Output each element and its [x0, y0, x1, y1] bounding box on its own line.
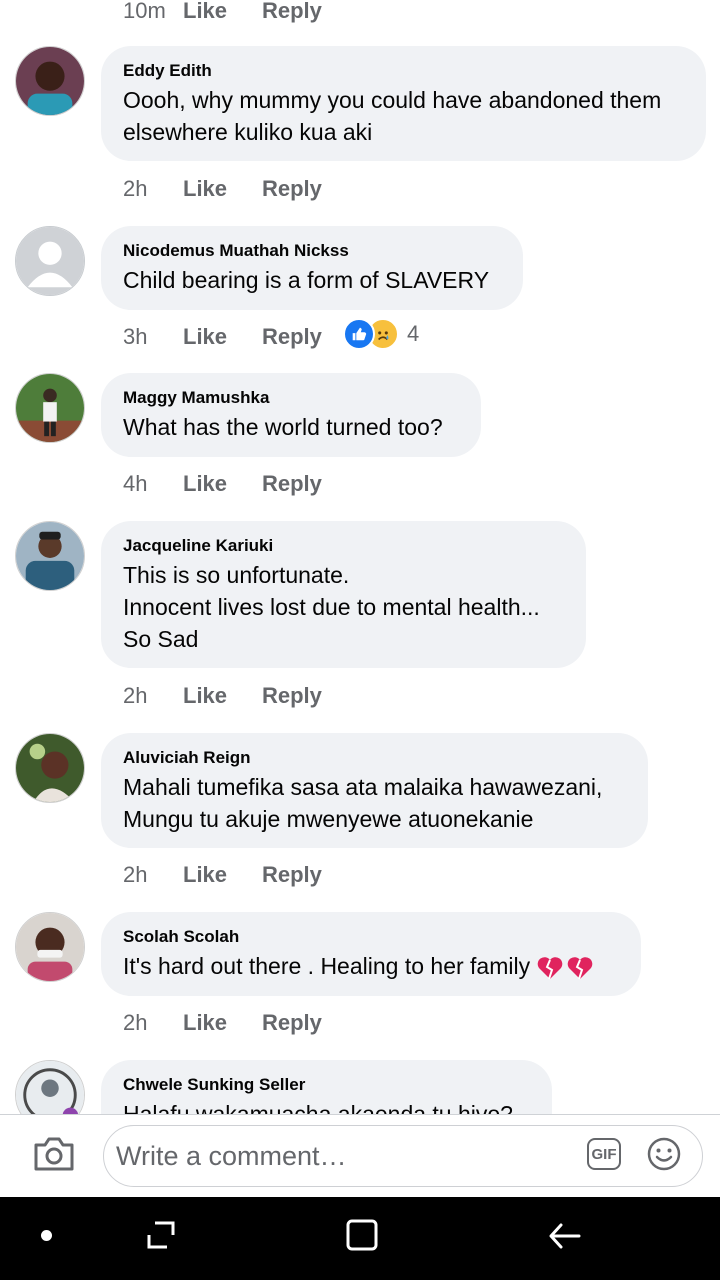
comment-bubble: Chwele Sunking Seller Halafu wakamuacha … [101, 1060, 552, 1114]
user-photo-icon [16, 1061, 84, 1114]
comment-time: 2h [123, 176, 148, 201]
comment-author[interactable]: Chwele Sunking Seller [123, 1074, 530, 1096]
comment-time: 4h [123, 471, 148, 496]
comment-meta-row: 2h Like Reply [123, 860, 346, 890]
like-link[interactable]: Like [183, 471, 262, 497]
like-link[interactable]: Like [183, 862, 262, 888]
system-navigation-bar [0, 1197, 720, 1280]
reply-link[interactable]: Reply [262, 471, 346, 497]
user-photo-icon [16, 913, 84, 981]
camera-icon[interactable] [33, 1136, 75, 1172]
assistant-dot-icon[interactable] [41, 1230, 52, 1241]
comment-bubble: Maggy Mamushka What has the world turned… [101, 373, 481, 457]
reply-link[interactable]: Reply [262, 1010, 346, 1036]
comment-time: 10m [123, 0, 166, 23]
broken-heart-icon [567, 957, 593, 980]
comment-text: Oooh, why mummy you could have abandoned… [123, 87, 662, 145]
avatar[interactable] [15, 226, 85, 296]
comment-bubble: Eddy Edith Oooh, why mummy you could hav… [101, 46, 706, 161]
user-photo-icon [16, 522, 84, 590]
comment-time: 3h [123, 324, 148, 349]
comment-author[interactable]: Eddy Edith [123, 60, 684, 82]
user-photo-icon [16, 47, 84, 115]
recent-apps-icon[interactable] [145, 1219, 177, 1253]
emoji-icon[interactable] [647, 1137, 681, 1171]
user-photo-icon [16, 374, 84, 442]
user-photo-icon [16, 734, 84, 802]
gif-button[interactable]: GIF [587, 1138, 621, 1170]
reply-link[interactable]: Reply [262, 324, 346, 350]
comment-text: This is so unfortunate. Innocent lives l… [123, 562, 540, 652]
avatar[interactable] [15, 733, 85, 803]
reply-link[interactable]: Reply [262, 0, 346, 24]
avatar[interactable] [15, 912, 85, 982]
comment-text: Mahali tumefika sasa ata malaika hawawez… [123, 774, 603, 832]
comment-bubble: Nicodemus Muathah Nickss Child bearing i… [101, 226, 523, 310]
comment-author[interactable]: Maggy Mamushka [123, 387, 459, 409]
broken-heart-icon [537, 957, 563, 980]
like-link[interactable]: Like [183, 0, 262, 24]
comments-feed: 10m Like Reply Eddy Edith Oooh, why mumm… [0, 0, 720, 1114]
comment-composer: Write a comment… GIF [0, 1114, 720, 1197]
avatar[interactable] [15, 521, 85, 591]
comment-time: 2h [123, 1010, 148, 1035]
comment-time: 2h [123, 862, 148, 887]
reaction-summary[interactable]: 4 [343, 317, 419, 351]
comment-input[interactable]: Write a comment… GIF [103, 1125, 703, 1187]
home-icon[interactable] [346, 1219, 378, 1251]
like-reaction-icon [343, 318, 375, 350]
reaction-count: 4 [407, 321, 420, 346]
comment-author[interactable]: Aluviciah Reign [123, 747, 626, 769]
comment-text: It's hard out there . Healing to her fam… [123, 950, 619, 982]
comment-meta-row: 10m Like Reply [123, 0, 346, 26]
comment-text: Child bearing is a form of SLAVERY [123, 267, 490, 293]
like-link[interactable]: Like [183, 683, 262, 709]
avatar[interactable] [15, 46, 85, 116]
reply-link[interactable]: Reply [262, 862, 346, 888]
comment-time: 2h [123, 683, 148, 708]
like-link[interactable]: Like [183, 324, 262, 350]
comment-text: What has the world turned too? [123, 414, 443, 440]
avatar[interactable] [15, 373, 85, 443]
comment-meta-row: 2h Like Reply [123, 174, 346, 204]
comment-bubble: Scolah Scolah It's hard out there . Heal… [101, 912, 641, 996]
back-icon[interactable] [547, 1219, 581, 1253]
like-link[interactable]: Like [183, 1010, 262, 1036]
comment-meta-row: 2h Like Reply [123, 681, 346, 711]
comment-author[interactable]: Scolah Scolah [123, 926, 619, 948]
avatar[interactable] [15, 1060, 85, 1114]
comment-input-placeholder: Write a comment… [116, 1141, 347, 1171]
default-avatar-icon [16, 227, 84, 295]
comment-author[interactable]: Jacqueline Kariuki [123, 535, 564, 557]
comment-text-content: It's hard out there . Healing to her fam… [123, 953, 531, 979]
reply-link[interactable]: Reply [262, 683, 346, 709]
comment-bubble: Aluviciah Reign Mahali tumefika sasa ata… [101, 733, 648, 848]
comment-meta-row: 3h Like Reply [123, 322, 346, 352]
like-link[interactable]: Like [183, 176, 262, 202]
reply-link[interactable]: Reply [262, 176, 346, 202]
comment-author[interactable]: Nicodemus Muathah Nickss [123, 240, 501, 262]
comment-meta-row: 4h Like Reply [123, 469, 346, 499]
comment-bubble: Jacqueline Kariuki This is so unfortunat… [101, 521, 586, 668]
comment-text: Halafu wakamuacha akaenda tu hivo? [123, 1101, 513, 1114]
comment-meta-row: 2h Like Reply [123, 1008, 346, 1038]
